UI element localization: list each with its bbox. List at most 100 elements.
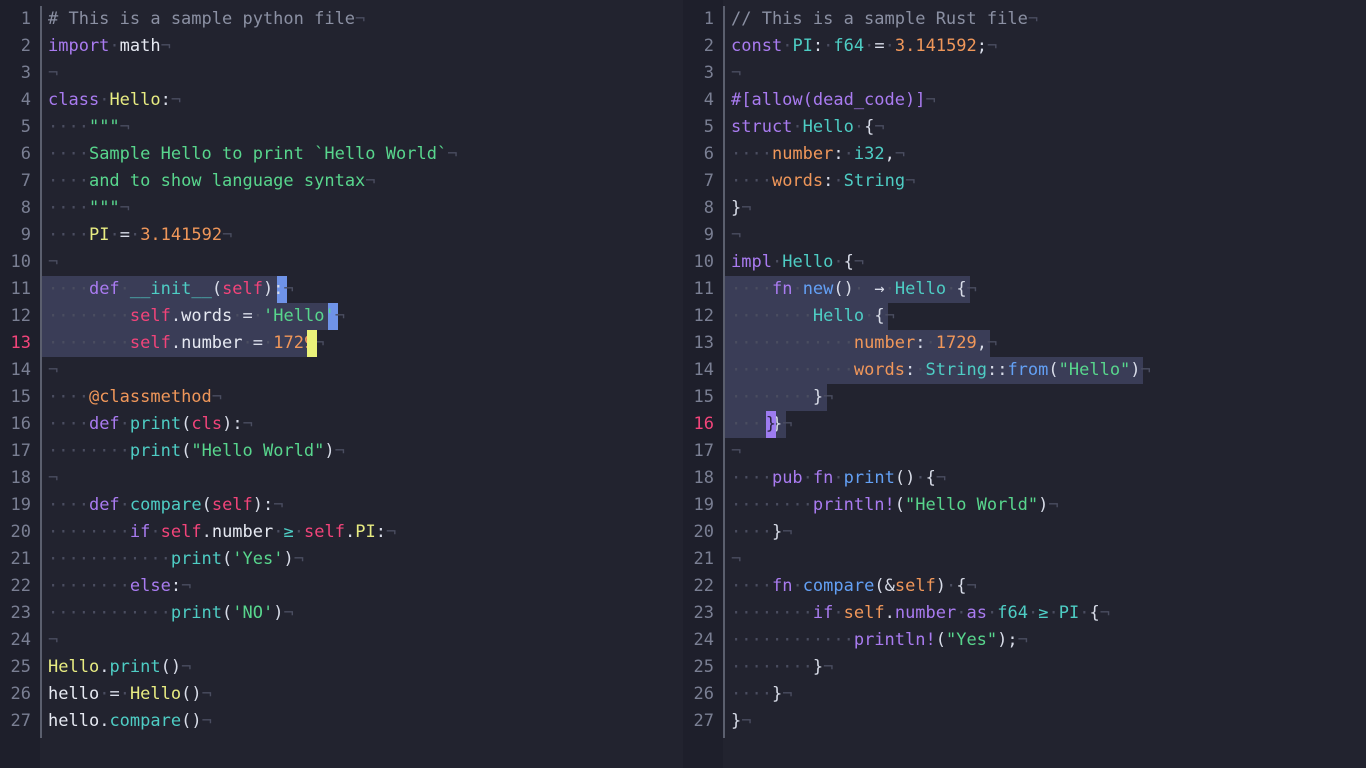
code-line[interactable]: ····}¬ xyxy=(731,681,1366,708)
code-line[interactable]: ········println!("Hello World")¬ xyxy=(731,492,1366,519)
line-number[interactable]: 19 xyxy=(0,492,40,519)
line-number[interactable]: 13 xyxy=(0,330,40,357)
code-line[interactable]: ····Sample Hello to print `Hello World`¬ xyxy=(48,141,683,168)
code-line[interactable]: ¬ xyxy=(48,465,683,492)
line-number[interactable]: 16 xyxy=(683,411,723,438)
gutter-python[interactable]: 1 2 3 4 5 6 7 8 9 10 11 12 13 14 15 16 17 18 19 20 21 22 23 24 2… xyxy=(0,0,40,768)
code-line[interactable]: }¬ xyxy=(731,195,1366,222)
code-line[interactable]: // This is a sample Rust file¬ xyxy=(731,6,1366,33)
code-line[interactable]: #[allow(dead_code)]¬ xyxy=(731,87,1366,114)
code-line[interactable]: }¬ xyxy=(731,708,1366,735)
line-number[interactable]: 27 xyxy=(683,708,723,735)
line-number[interactable]: 23 xyxy=(683,600,723,627)
line-number[interactable]: 9 xyxy=(0,222,40,249)
line-number[interactable]: 15 xyxy=(0,384,40,411)
code-line[interactable]: ····def·__init__(self):¬ xyxy=(48,276,683,303)
code-line[interactable]: hello.compare()¬ xyxy=(48,708,683,735)
code-line[interactable]: ········else:¬ xyxy=(48,573,683,600)
code-line[interactable]: ¬ xyxy=(48,627,683,654)
line-number[interactable]: 14 xyxy=(0,357,40,384)
code-area-python[interactable]: # This is a sample python file¬ import·ma… xyxy=(42,0,683,768)
line-number[interactable]: 6 xyxy=(683,141,723,168)
code-line[interactable]: ············print('Yes')¬ xyxy=(48,546,683,573)
line-number[interactable]: 18 xyxy=(683,465,723,492)
line-number[interactable]: 24 xyxy=(0,627,40,654)
line-number[interactable]: 7 xyxy=(683,168,723,195)
line-number[interactable]: 19 xyxy=(683,492,723,519)
code-line[interactable]: # This is a sample python file¬ xyxy=(48,6,683,33)
code-line[interactable]: struct·Hello·{¬ xyxy=(731,114,1366,141)
code-line[interactable]: ····pub·fn·print()·{¬ xyxy=(731,465,1366,492)
line-number[interactable]: 3 xyxy=(0,60,40,87)
code-line[interactable]: ····words:·String¬ xyxy=(731,168,1366,195)
line-number[interactable]: 25 xyxy=(0,654,40,681)
code-line[interactable]: ········Hello·{¬ xyxy=(731,303,1366,330)
line-number[interactable]: 5 xyxy=(0,114,40,141)
line-number[interactable]: 2 xyxy=(683,33,723,60)
line-number[interactable]: 20 xyxy=(0,519,40,546)
code-line[interactable]: ············println!("Yes");¬ xyxy=(731,627,1366,654)
line-number[interactable]: 8 xyxy=(683,195,723,222)
code-line[interactable]: ····"""¬ xyxy=(48,195,683,222)
line-number[interactable]: 6 xyxy=(0,141,40,168)
line-number[interactable]: 11 xyxy=(683,276,723,303)
code-line[interactable]: ········if·self.number·as·f64·≥·PI·{¬ xyxy=(731,600,1366,627)
code-line[interactable]: ····@classmethod¬ xyxy=(48,384,683,411)
code-line[interactable]: ¬ xyxy=(731,546,1366,573)
editor-pane-python[interactable]: 1 2 3 4 5 6 7 8 9 10 11 12 13 14 15 16 17 18 19 20 21 22 23 24 2… xyxy=(0,0,683,768)
line-number[interactable]: 13 xyxy=(683,330,723,357)
code-line[interactable]: ····}¬ xyxy=(731,411,1366,438)
line-number[interactable]: 3 xyxy=(683,60,723,87)
line-number[interactable]: 26 xyxy=(683,681,723,708)
code-area-rust[interactable]: // This is a sample Rust file¬ const·PI:·… xyxy=(725,0,1366,768)
line-number[interactable]: 14 xyxy=(683,357,723,384)
code-line[interactable]: ············number:·1729,¬ xyxy=(731,330,1366,357)
gutter-rust[interactable]: 1 2 3 4 5 6 7 8 9 10 11 12 13 14 15 16 17 18 19 20 21 22 23 24 2… xyxy=(683,0,723,768)
code-line[interactable]: ············print('NO')¬ xyxy=(48,600,683,627)
line-number[interactable]: 15 xyxy=(683,384,723,411)
line-number[interactable]: 24 xyxy=(683,627,723,654)
line-number[interactable]: 17 xyxy=(683,438,723,465)
line-number[interactable]: 1 xyxy=(0,6,40,33)
code-line[interactable]: hello·=·Hello()¬ xyxy=(48,681,683,708)
code-line[interactable]: ········self.words·=·'Hello'¬ xyxy=(48,303,683,330)
code-line[interactable]: class·Hello:¬ xyxy=(48,87,683,114)
code-line[interactable]: import·math¬ xyxy=(48,33,683,60)
line-number[interactable]: 21 xyxy=(683,546,723,573)
code-line[interactable]: ····PI·=·3.141592¬ xyxy=(48,222,683,249)
code-line[interactable]: ¬ xyxy=(48,249,683,276)
line-number[interactable]: 21 xyxy=(0,546,40,573)
code-line[interactable]: const·PI:·f64·=·3.141592;¬ xyxy=(731,33,1366,60)
line-number[interactable]: 10 xyxy=(0,249,40,276)
line-number[interactable]: 22 xyxy=(0,573,40,600)
line-number[interactable]: 4 xyxy=(683,87,723,114)
line-number[interactable]: 9 xyxy=(683,222,723,249)
code-line[interactable]: ¬ xyxy=(48,60,683,87)
editor-pane-rust[interactable]: 1 2 3 4 5 6 7 8 9 10 11 12 13 14 15 16 17 18 19 20 21 22 23 24 2… xyxy=(683,0,1366,768)
line-number[interactable]: 4 xyxy=(0,87,40,114)
code-line[interactable]: ········print("Hello World")¬ xyxy=(48,438,683,465)
code-line[interactable]: ····fn·compare(&self)·{¬ xyxy=(731,573,1366,600)
code-line[interactable]: ········self.number·=·1729¬ xyxy=(48,330,683,357)
code-line[interactable]: ¬ xyxy=(731,222,1366,249)
line-number[interactable]: 23 xyxy=(0,600,40,627)
code-line[interactable]: ¬ xyxy=(731,60,1366,87)
line-number[interactable]: 27 xyxy=(0,708,40,735)
line-number[interactable]: 5 xyxy=(683,114,723,141)
line-number[interactable]: 2 xyxy=(0,33,40,60)
line-number[interactable]: 12 xyxy=(0,303,40,330)
line-number[interactable]: 22 xyxy=(683,573,723,600)
code-line[interactable]: ············words:·String::from("Hello")… xyxy=(731,357,1366,384)
code-line[interactable]: ····number:·i32,¬ xyxy=(731,141,1366,168)
code-line[interactable]: ····def·print(cls):¬ xyxy=(48,411,683,438)
line-number[interactable]: 12 xyxy=(683,303,723,330)
code-line[interactable]: ····def·compare(self):¬ xyxy=(48,492,683,519)
line-number[interactable]: 10 xyxy=(683,249,723,276)
code-line[interactable]: ····}¬ xyxy=(731,519,1366,546)
code-line[interactable]: Hello.print()¬ xyxy=(48,654,683,681)
code-line[interactable]: ····and to show language syntax¬ xyxy=(48,168,683,195)
code-line[interactable]: ¬ xyxy=(48,357,683,384)
line-number[interactable]: 26 xyxy=(0,681,40,708)
line-number[interactable]: 7 xyxy=(0,168,40,195)
code-line[interactable]: impl·Hello·{¬ xyxy=(731,249,1366,276)
